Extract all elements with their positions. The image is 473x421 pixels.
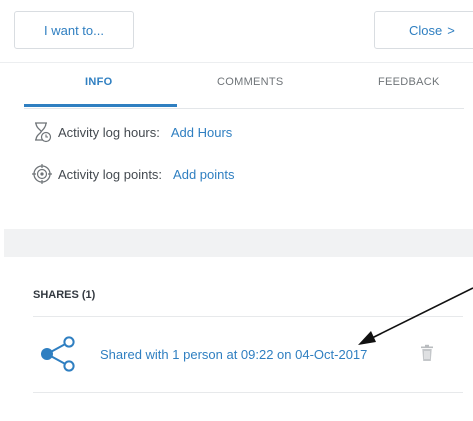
shares-divider-bottom (33, 392, 463, 393)
activity-log-points-row: Activity log points: Add points (30, 163, 234, 185)
tab-info[interactable]: INFO (85, 76, 112, 88)
arrow-head (358, 331, 376, 345)
active-tab-indicator (24, 104, 177, 107)
share-panel: I want to... Close > INFO COMMENTS FEEDB… (0, 0, 473, 421)
share-entry-link[interactable]: Shared with 1 person at 09:22 on 04-Oct-… (100, 347, 367, 362)
section-separator-band (4, 229, 473, 257)
add-hours-link[interactable]: Add Hours (171, 125, 232, 140)
chevron-right-icon: > (447, 22, 455, 38)
activity-log-hours-row: Activity log hours: Add Hours (30, 121, 232, 143)
activity-log-points-label: Activity log points: (58, 166, 163, 182)
tabs-divider (24, 108, 464, 109)
close-button[interactable]: Close > (374, 11, 473, 49)
arrow-shaft (371, 287, 473, 339)
add-points-link[interactable]: Add points (173, 167, 234, 182)
share-icon (41, 336, 75, 372)
hourglass-icon (30, 121, 54, 143)
activity-log-hours-label: Activity log hours: (58, 124, 160, 140)
trash-icon[interactable] (420, 344, 434, 362)
target-icon (30, 163, 54, 185)
tab-feedback[interactable]: FEEDBACK (378, 76, 440, 88)
i-want-to-button[interactable]: I want to... (14, 11, 134, 49)
tab-comments[interactable]: COMMENTS (217, 76, 284, 88)
close-label: Close (409, 22, 443, 38)
shares-header: SHARES (1) (33, 289, 96, 301)
shares-divider-top (33, 316, 463, 317)
toolbar-divider (0, 62, 473, 63)
i-want-to-label: I want to... (44, 22, 104, 38)
